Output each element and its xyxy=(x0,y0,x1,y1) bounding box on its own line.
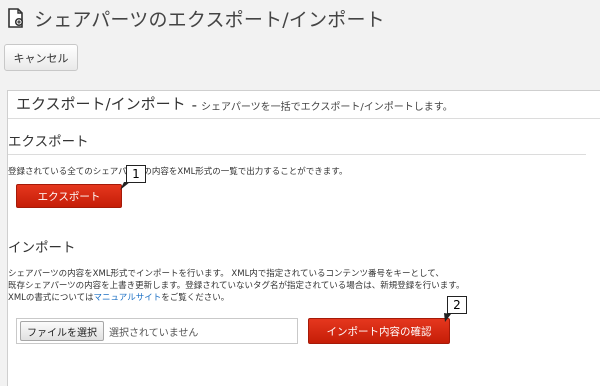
callout-one-pointer xyxy=(120,182,130,190)
callout-two: 2 xyxy=(447,296,467,314)
callout-one: 1 xyxy=(126,165,146,183)
callout-two-pointer xyxy=(444,313,451,322)
callout-pointers xyxy=(120,182,451,322)
